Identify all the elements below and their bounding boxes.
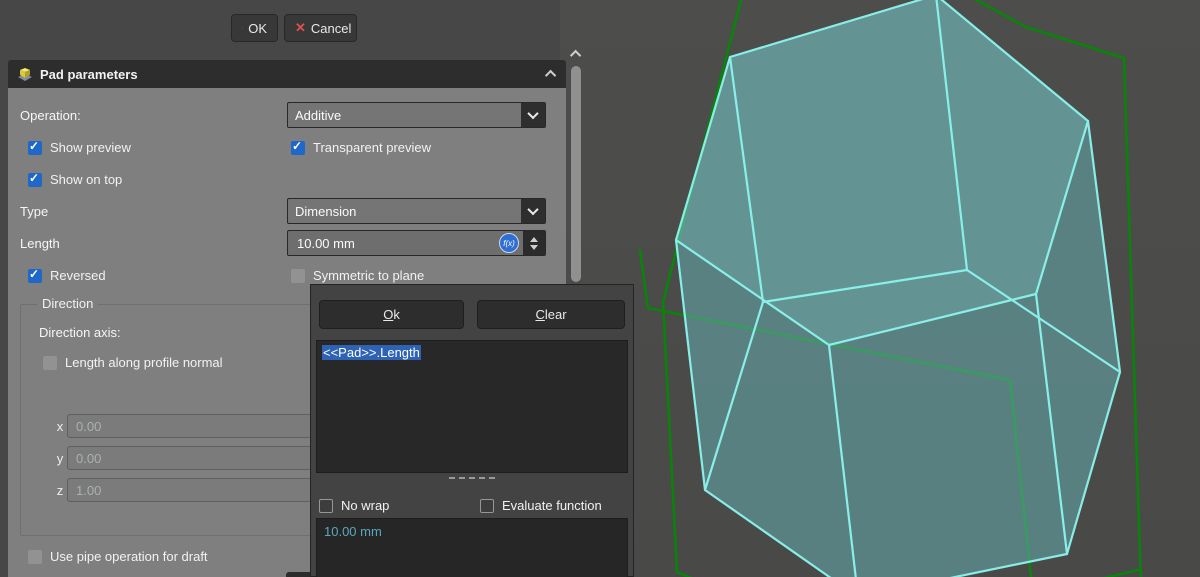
chevron-up-icon — [570, 50, 581, 61]
result-value: 10.00 mm — [324, 524, 382, 539]
z-value: 1.00 — [76, 483, 101, 498]
operation-value: Additive — [288, 108, 521, 123]
no-wrap-row[interactable]: No wrap — [319, 498, 389, 513]
ok-arrow-icon — [242, 22, 243, 35]
use-pipe-checkbox[interactable] — [28, 550, 42, 564]
dialog-ok-label: Ok — [383, 307, 400, 322]
spin-buttons[interactable] — [523, 231, 545, 255]
formula-editor-dialog: Ok Clear <<Pad>>.Length No wrap Evaluate… — [310, 284, 634, 577]
show-on-top-row[interactable]: Show on top — [28, 172, 122, 187]
cancel-x-icon: ✕ — [295, 20, 306, 36]
dropdown-arrow — [521, 199, 545, 223]
transparent-preview-checkbox[interactable] — [291, 141, 305, 155]
evaluate-function-label: Evaluate function — [502, 498, 602, 513]
operation-dropdown[interactable]: Additive — [287, 102, 546, 128]
show-preview-checkbox[interactable] — [28, 141, 42, 155]
chevron-down-icon — [527, 204, 538, 215]
type-dropdown[interactable]: Dimension — [287, 198, 546, 224]
length-value: 10.00 mm — [288, 236, 499, 251]
along-normal-label: Length along profile normal — [65, 355, 223, 370]
reversed-checkbox[interactable] — [28, 269, 42, 283]
show-preview-row[interactable]: Show preview — [28, 140, 131, 155]
spin-down-icon — [530, 245, 538, 250]
y-label: y — [55, 451, 65, 466]
show-on-top-checkbox[interactable] — [28, 173, 42, 187]
ok-button-label: OK — [248, 21, 267, 36]
along-normal-checkbox[interactable] — [43, 356, 57, 370]
use-pipe-label: Use pipe operation for draft — [50, 549, 208, 564]
dropdown-arrow — [521, 103, 545, 127]
pad-icon — [16, 65, 34, 83]
use-pipe-row[interactable]: Use pipe operation for draft — [28, 549, 208, 564]
type-label: Type — [20, 204, 48, 219]
direction-group-title: Direction — [37, 296, 98, 311]
symmetric-checkbox[interactable] — [291, 269, 305, 283]
evaluate-function-checkbox[interactable] — [480, 499, 494, 513]
dialog-ok-button[interactable]: Ok — [319, 300, 464, 329]
x-value: 0.00 — [76, 419, 101, 434]
scrollbar-thumb[interactable] — [571, 66, 581, 282]
symmetric-label: Symmetric to plane — [313, 268, 424, 283]
formula-fx-button[interactable]: f(x) — [499, 233, 519, 253]
evaluate-function-row[interactable]: Evaluate function — [480, 498, 602, 513]
along-normal-row[interactable]: Length along profile normal — [43, 355, 223, 370]
symmetric-row[interactable]: Symmetric to plane — [291, 268, 424, 283]
transparent-preview-row[interactable]: Transparent preview — [291, 140, 431, 155]
x-label: x — [55, 419, 65, 434]
operation-label: Operation: — [20, 108, 81, 123]
show-on-top-label: Show on top — [50, 172, 122, 187]
result-output: 10.00 mm — [316, 518, 628, 577]
reversed-row[interactable]: Reversed — [28, 268, 106, 283]
y-value: 0.00 — [76, 451, 101, 466]
direction-axis-label: Direction axis: — [39, 325, 121, 340]
show-preview-label: Show preview — [50, 140, 131, 155]
no-wrap-checkbox[interactable] — [319, 499, 333, 513]
panel-header[interactable]: Pad parameters — [8, 60, 566, 88]
panel-title: Pad parameters — [40, 67, 548, 82]
dialog-clear-label: Clear — [535, 307, 566, 322]
cancel-button[interactable]: ✕ Cancel — [284, 14, 357, 42]
reversed-label: Reversed — [50, 268, 106, 283]
transparent-preview-label: Transparent preview — [313, 140, 431, 155]
scroll-up-button[interactable] — [571, 50, 583, 60]
length-label: Length — [20, 236, 60, 251]
type-value: Dimension — [288, 204, 521, 219]
no-wrap-label: No wrap — [341, 498, 389, 513]
3d-viewport[interactable] — [560, 0, 1200, 577]
z-label: z — [55, 483, 65, 498]
chevron-down-icon — [527, 108, 538, 119]
expression-input[interactable]: <<Pad>>.Length — [316, 340, 628, 473]
spin-up-icon — [530, 237, 538, 242]
dialog-clear-button[interactable]: Clear — [477, 300, 625, 329]
splitter-handle[interactable] — [311, 477, 633, 479]
cancel-button-label: Cancel — [311, 21, 351, 36]
expression-text: <<Pad>>.Length — [322, 345, 421, 360]
ok-button[interactable]: OK — [231, 14, 278, 42]
length-spinbox[interactable]: 10.00 mm f(x) — [287, 230, 546, 256]
